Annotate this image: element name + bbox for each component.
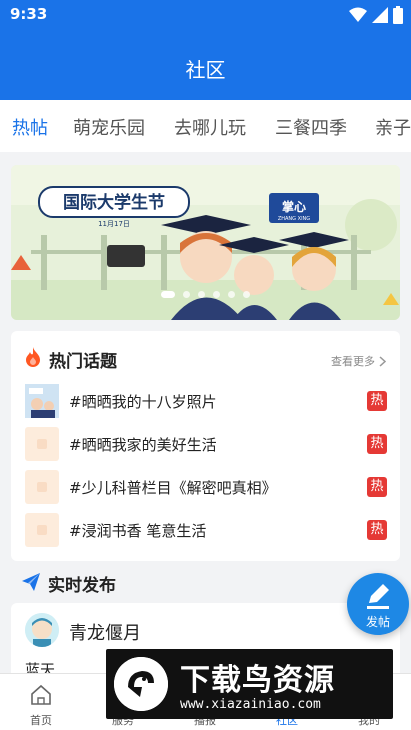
page-title: 社区	[185, 58, 226, 82]
battery-icon	[393, 6, 403, 24]
tab-bar: 热帖 萌宠乐园 去哪儿玩 三餐四季 亲子	[0, 100, 411, 152]
topic-item[interactable]: #晒晒我的十八岁照片 热	[25, 384, 387, 418]
tab-parenting[interactable]: 亲子	[375, 114, 411, 140]
topic-item[interactable]: #少儿科普栏目《解密吧真相》 热	[25, 470, 387, 504]
new-post-label: 发帖	[365, 615, 390, 629]
carousel-dot[interactable]	[161, 291, 175, 298]
home-icon	[31, 684, 51, 705]
carousel-dot[interactable]	[228, 291, 235, 298]
topic-title: #晒晒我家的美好生活	[69, 436, 217, 454]
topic-title: #浸润书香 笔意生活	[69, 522, 207, 540]
topic-item[interactable]: #晒晒我家的美好生活 热	[25, 427, 387, 461]
app-bar: 社区	[0, 30, 411, 100]
topic-title: #晒晒我的十八岁照片	[69, 393, 217, 411]
topic-item[interactable]: #浸润书香 笔意生活 热	[25, 513, 387, 547]
carousel-dot[interactable]	[198, 291, 205, 298]
tab-meals[interactable]: 三餐四季	[275, 114, 347, 140]
avatar-image	[25, 613, 59, 647]
fire-icon	[26, 347, 40, 367]
tab-pets[interactable]: 萌宠乐园	[73, 114, 145, 140]
live-section-title: 实时发布	[48, 576, 116, 596]
wifi-icon	[349, 7, 367, 22]
view-more-link[interactable]: 查看更多	[331, 353, 386, 369]
watermark-title: 下载鸟资源	[180, 663, 335, 698]
watermark-url: www.xiazainiao.com	[180, 697, 321, 712]
hot-badge: 热	[367, 477, 387, 497]
tab-hot[interactable]: 热帖	[12, 114, 48, 140]
topic-thumbnail	[25, 470, 59, 504]
status-icons	[349, 6, 403, 24]
hot-topics-title: 热门话题	[49, 352, 117, 372]
edit-icon	[367, 584, 389, 609]
status-time: 9:33	[10, 5, 48, 23]
nav-home[interactable]: 首页	[0, 674, 82, 730]
tab-places[interactable]: 去哪儿玩	[174, 114, 246, 140]
watermark-overlay: 下载鸟资源 www.xiazainiao.com	[106, 649, 393, 719]
topic-photo	[25, 384, 59, 418]
topic-thumbnail	[25, 427, 59, 461]
signal-icon	[372, 7, 388, 23]
nav-home-label: 首页	[30, 714, 52, 727]
status-bar: 9:33	[0, 0, 411, 30]
banner-brand-sub: ZHANG XING	[278, 216, 310, 222]
new-post-button[interactable]: 发帖	[347, 573, 409, 635]
chevron-right-icon	[379, 355, 386, 367]
banner-date: 11月17日	[98, 220, 130, 228]
banner-headline: 国际大学生节	[63, 192, 165, 213]
hot-badge: 热	[367, 434, 387, 454]
banner-brand: 掌心	[282, 199, 306, 214]
watermark-logo	[114, 657, 168, 711]
view-more-label: 查看更多	[331, 355, 375, 368]
carousel-dots	[11, 291, 400, 298]
post-username[interactable]: 青龙偃月	[69, 619, 141, 645]
topic-thumbnail	[25, 384, 59, 418]
carousel-dot[interactable]	[243, 291, 250, 298]
topic-thumbnail	[25, 513, 59, 547]
hot-topics-card: 热门话题 查看更多 #晒晒我的十八岁照片 热 #晒晒我家的美好生活 热 #少儿科…	[11, 331, 400, 561]
avatar[interactable]	[25, 613, 59, 647]
topic-title: #少儿科普栏目《解密吧真相》	[69, 479, 277, 497]
hot-badge: 热	[367, 391, 387, 411]
carousel-dot[interactable]	[183, 291, 190, 298]
carousel-dot[interactable]	[213, 291, 220, 298]
send-icon	[22, 573, 40, 591]
hot-badge: 热	[367, 520, 387, 540]
bird-logo-icon	[114, 657, 168, 711]
banner-carousel[interactable]: 国际大学生节 11月17日 掌心 ZHANG XING	[11, 165, 400, 320]
